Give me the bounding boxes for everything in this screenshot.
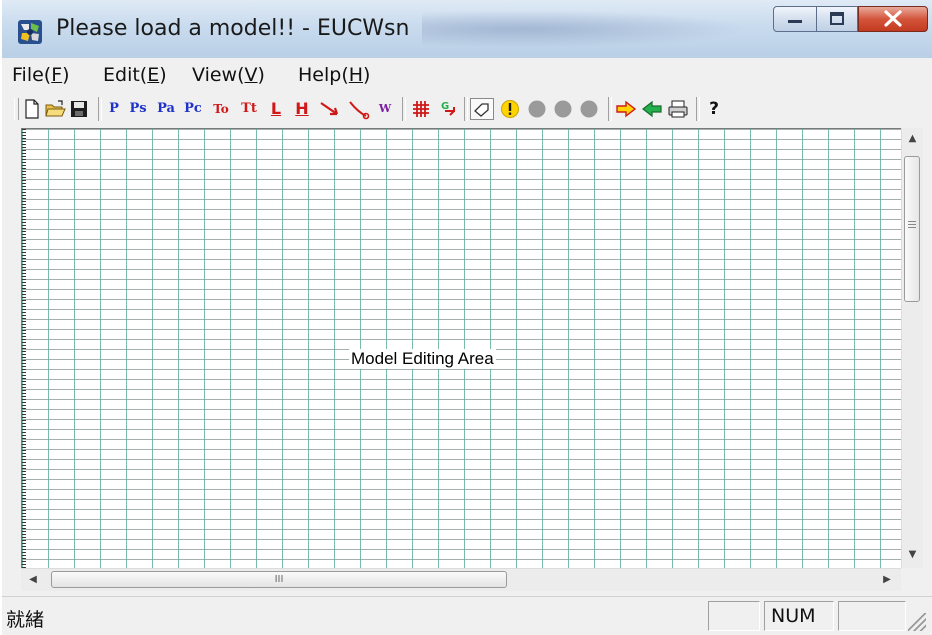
- tool-l-button[interactable]: L: [265, 98, 287, 120]
- run-light-1-icon[interactable]: [526, 98, 548, 120]
- vertical-scroll-thumb[interactable]: [904, 156, 920, 302]
- tool-w-button[interactable]: W: [374, 98, 396, 120]
- scroll-left-arrow-icon[interactable]: ◀: [23, 569, 43, 591]
- model-editing-area[interactable]: Model Editing Area: [21, 128, 902, 569]
- arrow-link-icon[interactable]: [317, 98, 343, 120]
- print-icon[interactable]: [666, 98, 690, 120]
- close-icon: [884, 10, 902, 27]
- run-light-3-icon[interactable]: [578, 98, 600, 120]
- horizontal-scroll-thumb[interactable]: III: [51, 571, 507, 588]
- tool-l-label: L: [270, 99, 282, 118]
- status-pane-empty: [708, 601, 760, 631]
- tool-to-button[interactable]: To: [208, 98, 234, 120]
- menu-edit-mnemonic: E: [147, 64, 160, 86]
- menu-view-label: View: [192, 64, 238, 86]
- tool-h-button[interactable]: H: [291, 98, 313, 120]
- tool-h-label: H: [295, 99, 309, 118]
- scroll-down-arrow-icon[interactable]: ▼: [902, 546, 923, 564]
- tool-tt-button[interactable]: Tt: [236, 98, 262, 120]
- menu-edit[interactable]: Edit(E): [103, 64, 167, 86]
- status-pane-scroll: [838, 601, 906, 631]
- run-light-2-icon[interactable]: [552, 98, 574, 120]
- app-window: Please load a model!! - EUCWsn File(F) E…: [2, 0, 932, 635]
- toolbar-separator: [608, 97, 612, 121]
- scrollbar-corner: [901, 568, 922, 591]
- tool-w-label: W: [378, 102, 392, 115]
- tool-p-button[interactable]: P: [105, 98, 123, 120]
- curved-arrow-icon[interactable]: [346, 98, 372, 120]
- minimize-icon: [788, 20, 802, 23]
- vertical-scrollbar[interactable]: ▲ ▼: [901, 128, 923, 568]
- maximize-button[interactable]: [816, 6, 858, 32]
- status-message: 就緒: [6, 609, 45, 631]
- app-logo-icon: [18, 20, 42, 44]
- menu-file-label: File: [12, 64, 44, 86]
- horizontal-scrollbar[interactable]: ◀ III ▶: [21, 568, 901, 591]
- menu-help-mnemonic: H: [348, 64, 364, 86]
- toolbar-separator: [696, 97, 700, 121]
- forward-arrow-icon[interactable]: [614, 98, 638, 120]
- tool-ps-label: Ps: [129, 101, 147, 116]
- menu-help[interactable]: Help(H): [298, 64, 370, 86]
- close-button[interactable]: [858, 6, 928, 32]
- scroll-right-arrow-icon[interactable]: ▶: [877, 569, 897, 591]
- tool-pa-label: Pa: [157, 101, 175, 116]
- title-bar[interactable]: Please load a model!! - EUCWsn: [2, 0, 932, 58]
- warning-icon[interactable]: [499, 98, 521, 120]
- tool-tt-label: Tt: [241, 101, 257, 116]
- menu-view[interactable]: View(V): [192, 64, 265, 86]
- scroll-up-arrow-icon[interactable]: ▲: [902, 130, 923, 148]
- minimize-button[interactable]: [773, 6, 817, 32]
- menu-view-mnemonic: V: [244, 64, 258, 86]
- tool-p-label: P: [109, 101, 119, 116]
- new-document-icon[interactable]: [22, 98, 42, 120]
- back-arrow-icon[interactable]: [640, 98, 664, 120]
- menu-bar: File(F) Edit(E) View(V) Help(H): [2, 58, 932, 93]
- num-lock-indicator: NUM: [764, 601, 834, 631]
- tool-ps-button[interactable]: Ps: [125, 98, 151, 120]
- tool-pc-label: Pc: [184, 101, 202, 116]
- toolbar-separator: [402, 97, 406, 121]
- canvas-left-edge: [22, 129, 26, 569]
- menu-file-mnemonic: F: [51, 64, 63, 86]
- menu-edit-label: Edit: [103, 64, 140, 86]
- menu-help-label: Help: [298, 64, 342, 86]
- pointer-button[interactable]: [470, 98, 494, 120]
- help-icon[interactable]: ?: [704, 98, 724, 120]
- resize-grip-icon[interactable]: [908, 613, 926, 631]
- go-icon[interactable]: G: [437, 98, 459, 120]
- menu-file[interactable]: File(F): [12, 64, 70, 86]
- toolbar: P Ps Pa Pc To Tt L H W G ?: [2, 92, 932, 126]
- toolbar-separator: [98, 97, 102, 121]
- toolbar-grip[interactable]: [14, 98, 19, 120]
- tool-pc-button[interactable]: Pc: [180, 98, 206, 120]
- vertical-thumb-grip: [908, 221, 916, 229]
- horizontal-thumb-grip: III: [274, 574, 284, 585]
- toolbar-separator: [464, 97, 468, 121]
- window-title: Please load a model!! - EUCWsn: [56, 16, 410, 41]
- open-folder-icon[interactable]: [44, 98, 66, 120]
- save-disk-icon[interactable]: [69, 98, 89, 120]
- tool-pa-button[interactable]: Pa: [153, 98, 179, 120]
- editing-area-label: Model Editing Area: [349, 349, 496, 369]
- pointer-icon: [474, 103, 489, 117]
- status-bar: 就緒 NUM: [2, 596, 932, 635]
- grid-toggle-icon[interactable]: [409, 98, 433, 120]
- maximize-icon: [830, 12, 844, 25]
- tool-to-label: To: [213, 102, 229, 116]
